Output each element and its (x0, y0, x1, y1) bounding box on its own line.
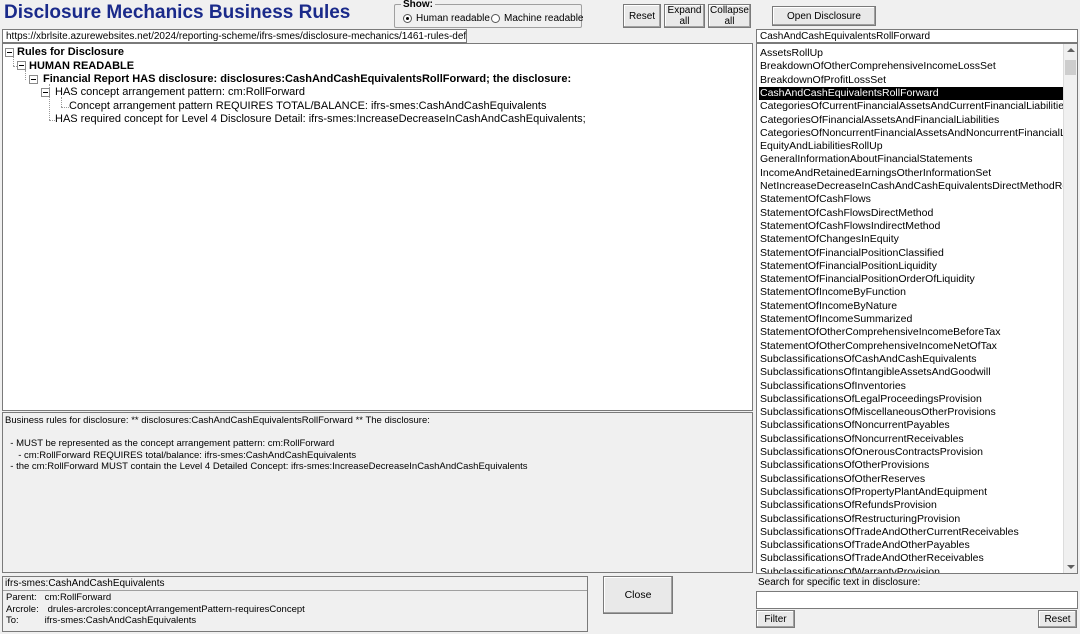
relationship-concept-title: ifrs-smes:CashAndCashEquivalents (3, 577, 587, 591)
disclosure-list-item[interactable]: SubclassificationsOfMiscellaneousOtherPr… (759, 406, 1064, 419)
expand-all-button[interactable]: Expand all (664, 4, 705, 28)
description-line: Business rules for disclosure: ** disclo… (5, 415, 430, 426)
disclosure-list-item[interactable]: StatementOfOtherComprehensiveIncomeNetOf… (759, 340, 1064, 353)
show-group-label: Show: (401, 0, 435, 10)
tree-node-human-readable[interactable]: HUMAN READABLE (29, 60, 134, 73)
list-scrollbar[interactable] (1063, 44, 1077, 573)
scroll-up-icon[interactable] (1067, 48, 1075, 52)
relationship-label: To: (6, 615, 19, 626)
disclosure-list-item[interactable]: StatementOfIncomeByNature (759, 300, 1064, 313)
disclosure-list-item[interactable]: SubclassificationsOfTradeAndOtherReceiva… (759, 552, 1064, 565)
open-disclosure-button[interactable]: Open Disclosure (772, 6, 876, 26)
radio-button-icon[interactable] (403, 14, 412, 23)
tree-node-requires-total[interactable]: Concept arrangement pattern REQUIRES TOT… (69, 100, 547, 113)
tree-node-root[interactable]: Rules for Disclosure (17, 46, 124, 59)
rules-url-field[interactable]: https://xbrlsite.azurewebsites.net/2024/… (2, 29, 467, 43)
disclosure-list-item[interactable]: StatementOfFinancialPositionLiquidity (759, 260, 1064, 273)
disclosure-list-item[interactable]: StatementOfCashFlowsIndirectMethod (759, 220, 1064, 233)
collapse-node-icon[interactable] (41, 88, 50, 97)
tree-node-financial-report[interactable]: Financial Report HAS disclosure: disclos… (43, 73, 571, 86)
relationship-details-panel: ifrs-smes:CashAndCashEquivalents Parent:… (2, 576, 588, 632)
disclosure-list-item[interactable]: BreakdownOfOtherComprehensiveIncomeLossS… (759, 60, 1064, 73)
close-button[interactable]: Close (603, 576, 673, 614)
disclosure-list-item[interactable]: StatementOfIncomeByFunction (759, 286, 1064, 299)
description-line: - MUST be represented as the concept arr… (5, 438, 335, 449)
disclosure-list-item[interactable]: AssetsRollUp (759, 47, 1064, 60)
show-option-group: Show: Human readable Machine readable (394, 0, 584, 28)
relationship-to-row: To: ifrs-smes:CashAndCashEquivalents (6, 615, 196, 627)
radio-human-readable[interactable]: Human readable (403, 13, 490, 24)
disclosure-list-item[interactable]: StatementOfOtherComprehensiveIncomeBefor… (759, 326, 1064, 339)
disclosure-list-item[interactable]: CashAndCashEquivalentsRollForward (759, 86, 1064, 100)
tree-connector (13, 57, 14, 66)
filter-button[interactable]: Filter (756, 610, 795, 628)
disclosure-list-item[interactable]: SubclassificationsOfTradeAndOtherCurrent… (759, 526, 1064, 539)
disclosure-list-item[interactable]: SubclassificationsOfRestructuringProvisi… (759, 513, 1064, 526)
search-label: Search for specific text in disclosure: (758, 577, 921, 588)
disclosure-list-item[interactable]: SubclassificationsOfOtherProvisions (759, 459, 1064, 472)
disclosure-list-item[interactable]: SubclassificationsOfOtherReserves (759, 473, 1064, 486)
disclosure-list-item[interactable]: StatementOfCashFlows (759, 193, 1064, 206)
disclosure-list-item[interactable]: SubclassificationsOfWarrantyProvision (759, 566, 1064, 573)
radio-button-icon[interactable] (491, 14, 500, 23)
disclosure-list-item[interactable]: BreakdownOfProfitLossSet (759, 74, 1064, 87)
collapse-node-icon[interactable] (29, 75, 38, 84)
description-line: - the cm:RollForward MUST contain the Le… (5, 461, 528, 472)
disclosure-list-item[interactable]: StatementOfIncomeSummarized (759, 313, 1064, 326)
tree-connector (25, 70, 26, 80)
disclosure-list-item[interactable]: SubclassificationsOfPropertyPlantAndEqui… (759, 486, 1064, 499)
relationship-value: drules-arcroles:conceptArrangementPatter… (47, 604, 305, 615)
disclosure-list-item[interactable]: StatementOfFinancialPositionClassified (759, 247, 1064, 260)
relationship-value: ifrs-smes:CashAndCashEquivalents (44, 615, 197, 626)
disclosure-list-item[interactable]: SubclassificationsOfIntangibleAssetsAndG… (759, 366, 1064, 379)
disclosure-list-item[interactable]: SubclassificationsOfNoncurrentReceivable… (759, 433, 1064, 446)
tree-node-required-concept[interactable]: HAS required concept for Level 4 Disclos… (55, 113, 586, 126)
disclosure-list-item[interactable]: StatementOfFinancialPositionOrderOfLiqui… (759, 273, 1064, 286)
relationship-value: cm:RollForward (44, 592, 112, 603)
disclosure-list-item[interactable]: StatementOfCashFlowsDirectMethod (759, 207, 1064, 220)
collapse-node-icon[interactable] (5, 48, 14, 57)
search-input[interactable] (756, 591, 1078, 609)
disclosure-list-item[interactable]: SubclassificationsOfTradeAndOtherPayable… (759, 539, 1064, 552)
rules-tree-panel[interactable]: Rules for Disclosure HUMAN READABLE Fina… (2, 43, 753, 411)
disclosure-list-item[interactable]: SubclassificationsOfOnerousContractsProv… (759, 446, 1064, 459)
disclosure-list-item[interactable]: GeneralInformationAboutFinancialStatemen… (759, 153, 1064, 166)
disclosure-list-item[interactable]: CategoriesOfNoncurrentFinancialAssetsAnd… (759, 127, 1064, 140)
reset-tree-button[interactable]: Reset (623, 4, 661, 28)
disclosure-list[interactable]: AssetsRollUp BreakdownOfOtherComprehensiv… (756, 43, 1078, 574)
disclosure-list-item[interactable]: SubclassificationsOfLegalProceedingsProv… (759, 393, 1064, 406)
disclosure-list-item[interactable]: SubclassificationsOfRefundsProvision (759, 499, 1064, 512)
radio-machine-readable[interactable]: Machine readable (491, 13, 584, 24)
disclosure-list-item[interactable]: SubclassificationsOfCashAndCashEquivalen… (759, 353, 1064, 366)
disclosure-list-item[interactable]: SubclassificationsOfNoncurrentPayables (759, 419, 1064, 432)
search-reset-button[interactable]: Reset (1038, 610, 1077, 628)
radio-machine-readable-label: Machine readable (504, 13, 584, 24)
radio-human-readable-label: Human readable (416, 13, 490, 24)
collapse-all-button[interactable]: Collapse all (708, 4, 751, 28)
relationship-label: Parent: (6, 592, 37, 603)
app-title: Disclosure Mechanics Business Rules (4, 2, 351, 23)
collapse-node-icon[interactable] (17, 61, 26, 70)
selected-disclosure-field[interactable]: CashAndCashEquivalentsRollForward (756, 29, 1078, 43)
disclosure-list-item[interactable]: CategoriesOfFinancialAssetsAndFinancialL… (759, 114, 1064, 127)
rules-description-panel: Business rules for disclosure: ** disclo… (2, 412, 753, 573)
disclosure-list-item[interactable]: StatementOfChangesInEquity (759, 233, 1064, 246)
tree-node-arrangement-pattern[interactable]: HAS concept arrangement pattern: cm:Roll… (55, 86, 305, 99)
scroll-thumb[interactable] (1065, 60, 1076, 75)
disclosure-list-item[interactable]: IncomeAndRetainedEarningsOtherInformatio… (759, 167, 1064, 180)
scroll-down-icon[interactable] (1067, 565, 1075, 569)
disclosure-list-item[interactable]: SubclassificationsOfInventories (759, 380, 1064, 393)
disclosure-list-item[interactable]: CategoriesOfCurrentFinancialAssetsAndCur… (759, 100, 1064, 113)
relationship-parent-row: Parent: cm:RollForward (6, 592, 111, 604)
disclosure-list-item[interactable]: EquityAndLiabilitiesRollUp (759, 140, 1064, 153)
disclosure-list-item[interactable]: NetIncreaseDecreaseInCashAndCashEquivale… (759, 180, 1064, 193)
tree-connector (61, 107, 69, 108)
